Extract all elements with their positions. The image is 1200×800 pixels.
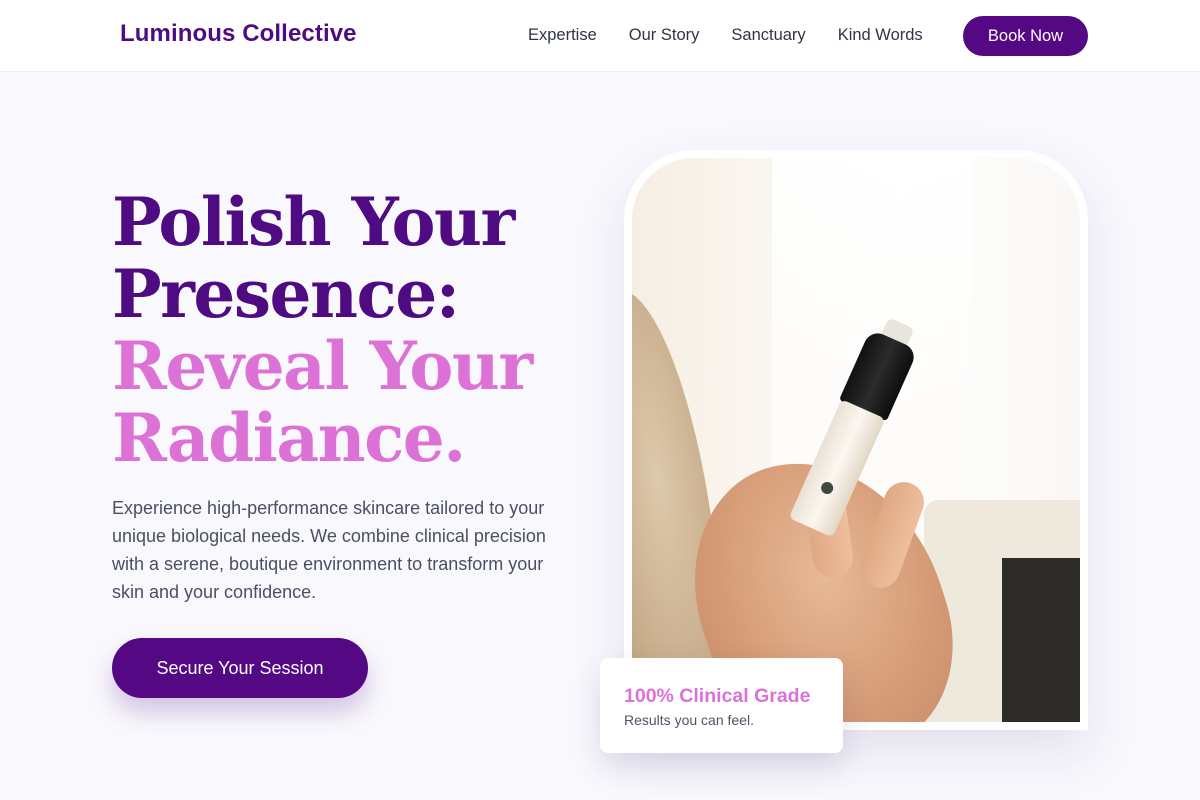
photo-monitor-screen [1002,558,1080,722]
top-navigation: Luminous Collective Expertise Our Story … [0,0,1200,72]
nav-link-expertise[interactable]: Expertise [528,25,597,45]
headline-line-4: Radiance. [112,399,466,477]
badge-title: 100% Clinical Grade [624,685,811,707]
headline-line-1: Polish Your [112,183,515,261]
clinical-grade-badge: 100% Clinical Grade Results you can feel… [600,658,843,753]
headline-line-3: Reveal Your [112,327,533,405]
hero-headline: Polish Your Presence: Reveal Your Radian… [112,186,582,474]
nav-link-kind-words[interactable]: Kind Words [838,25,923,45]
book-now-button[interactable]: Book Now [963,16,1088,56]
headline-line-2: Presence: [112,255,460,333]
nav-link-sanctuary[interactable]: Sanctuary [731,25,805,45]
badge-subtitle: Results you can feel. [624,712,754,728]
hero-description: Experience high-performance skincare tai… [112,498,546,602]
hero-photo [632,158,1080,722]
nav-links: Expertise Our Story Sanctuary Kind Words [528,25,955,45]
nav-link-our-story[interactable]: Our Story [629,25,700,45]
hero-image-frame [624,150,1088,730]
secure-session-button[interactable]: Secure Your Session [112,638,368,698]
brand-logo[interactable]: Luminous Collective [120,20,357,48]
